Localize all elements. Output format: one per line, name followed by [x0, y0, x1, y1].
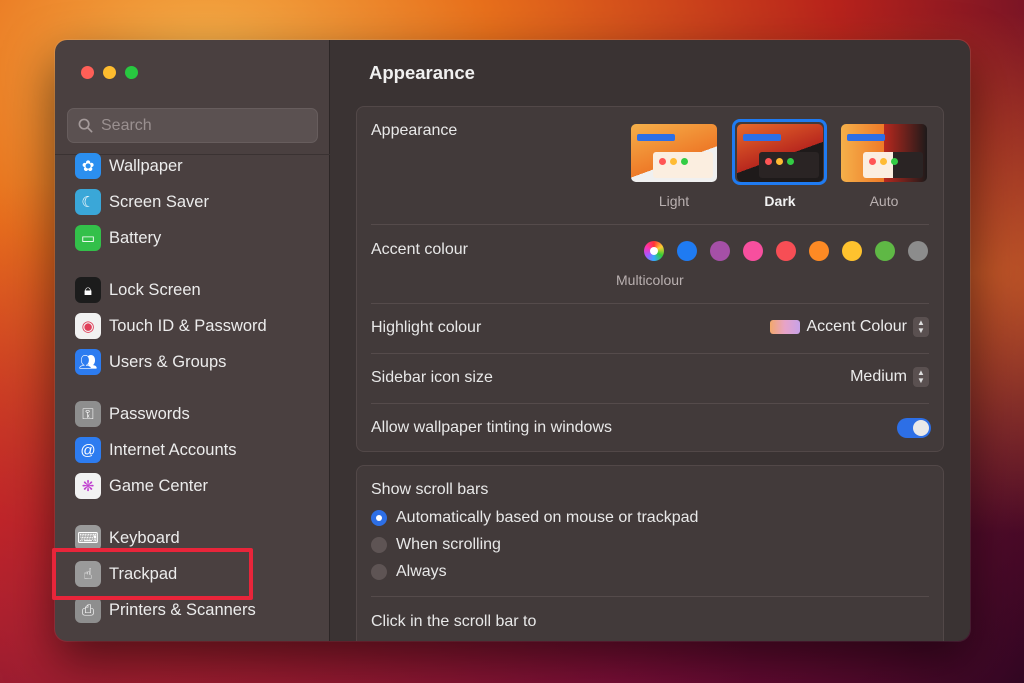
sidebar-item-label: Touch ID & Password — [109, 316, 267, 335]
close-button[interactable] — [81, 66, 94, 79]
highlight-colour-label: Highlight colour — [371, 319, 482, 336]
sidebar-item-screen-saver[interactable]: ☾ Screen Saver — [75, 187, 315, 217]
radio-label: Always — [396, 563, 447, 580]
printer-icon: ⎙ — [75, 597, 101, 623]
radio-button[interactable] — [371, 510, 387, 526]
sidebar-item-users-groups[interactable]: 👥︎ Users & Groups — [75, 347, 315, 377]
appearance-dark-label: Dark — [764, 193, 796, 209]
chevron-up-down-icon: ▲ ▼ — [913, 317, 929, 337]
highlight-swatch — [769, 320, 800, 334]
trackpad-highlight-annotation — [52, 548, 253, 600]
divider — [371, 596, 929, 597]
sidebar-item-lock-screen[interactable]: 🔒︎ Lock Screen — [75, 275, 315, 305]
appearance-label: Appearance — [371, 122, 458, 139]
sidebar-item-label: Users & Groups — [109, 352, 227, 371]
search-input[interactable] — [101, 116, 301, 135]
divider — [371, 403, 929, 404]
appearance-panel: Appearance Light Dark Auto Accent colour — [356, 106, 944, 452]
sidebar-item-passwords[interactable]: ⚿ Passwords — [75, 399, 315, 429]
highlight-colour-value: Accent Colour — [806, 318, 908, 335]
screen-saver-icon: ☾ — [75, 189, 101, 215]
sidebar-item-wallpaper[interactable]: ✿ Wallpaper — [75, 151, 315, 181]
accent-swatch-blue[interactable] — [677, 241, 697, 261]
accent-swatch-yellow[interactable] — [842, 241, 862, 261]
accent-swatch-red[interactable] — [776, 241, 796, 261]
highlight-colour-popup[interactable]: Accent Colour ▲ ▼ — [769, 317, 929, 337]
sidebar-item-label: Printers & Scanners — [109, 600, 256, 619]
accent-caption: Multicolour — [616, 272, 684, 288]
sidebar-item-label: Wallpaper — [109, 156, 183, 175]
sidebar-item-label: Internet Accounts — [109, 440, 237, 459]
sidebar-item-label: Screen Saver — [109, 192, 209, 211]
wallpaper-tinting-label: Allow wallpaper tinting in windows — [371, 419, 613, 436]
wallpaper-icon: ✿ — [75, 153, 101, 179]
appearance-dark-option[interactable] — [737, 124, 823, 182]
page-title: Appearance — [369, 62, 475, 83]
sidebar-icon-size-popup[interactable]: Medium ▲ ▼ — [850, 367, 929, 387]
accent-swatch-graphite[interactable] — [908, 241, 928, 261]
sidebar-item-label: Passwords — [109, 404, 190, 423]
zoom-button[interactable] — [125, 66, 138, 79]
sidebar-item-label: Lock Screen — [109, 280, 201, 299]
accent-swatch-pink[interactable] — [743, 241, 763, 261]
scroll-bars-panel: Show scroll bars Automatically based on … — [356, 465, 944, 641]
lock-icon: 🔒︎ — [75, 277, 101, 303]
sidebar-icon-size-label: Sidebar icon size — [371, 369, 493, 386]
wallpaper-tinting-toggle[interactable] — [897, 418, 931, 438]
sidebar-item-battery[interactable]: ▭ Battery — [75, 223, 315, 253]
appearance-auto-option[interactable] — [841, 124, 927, 182]
accent-colour-label: Accent colour — [371, 241, 468, 258]
show-scroll-bars-label: Show scroll bars — [371, 481, 489, 498]
radio-button[interactable] — [371, 564, 387, 580]
minimize-button[interactable] — [103, 66, 116, 79]
scroll-option-automatic[interactable]: Automatically based on mouse or trackpad — [371, 509, 698, 527]
accent-swatch-green[interactable] — [875, 241, 895, 261]
radio-label: Automatically based on mouse or trackpad — [396, 509, 699, 526]
sidebar-item-label: Keyboard — [109, 528, 180, 547]
accent-swatch-orange[interactable] — [809, 241, 829, 261]
appearance-light-label: Light — [658, 193, 690, 209]
users-icon: 👥︎ — [75, 349, 101, 375]
game-center-icon: ❋ — [75, 473, 101, 499]
appearance-light-option[interactable] — [631, 124, 717, 182]
sidebar-item-internet-accounts[interactable]: @ Internet Accounts — [75, 435, 315, 465]
main-content: Appearance Appearance Light Dark Auto Ac… — [330, 40, 970, 641]
scroll-option-always[interactable]: Always — [371, 563, 447, 581]
radio-label: When scrolling — [396, 536, 501, 553]
sidebar-item-game-center[interactable]: ❋ Game Center — [75, 471, 315, 501]
accent-swatch-multicolour[interactable] — [644, 241, 664, 261]
accent-swatch-purple[interactable] — [710, 241, 730, 261]
scroll-option-when-scrolling[interactable]: When scrolling — [371, 536, 501, 554]
appearance-auto-label: Auto — [869, 193, 899, 209]
divider — [371, 353, 929, 354]
window-controls — [81, 66, 138, 79]
sidebar-item-label: Battery — [109, 228, 162, 247]
search-field[interactable] — [67, 108, 318, 143]
chevron-up-down-icon: ▲ ▼ — [913, 367, 929, 387]
at-icon: @ — [75, 437, 101, 463]
search-icon — [78, 118, 93, 133]
divider — [371, 224, 929, 225]
key-icon: ⚿ — [75, 401, 101, 427]
sidebar-icon-size-value: Medium — [850, 368, 907, 385]
radio-button[interactable] — [371, 537, 387, 553]
sidebar-item-touch-id[interactable]: ◉ Touch ID & Password — [75, 311, 315, 341]
sidebar-item-label: Game Center — [109, 476, 209, 495]
divider — [371, 303, 929, 304]
click-scroll-bar-label: Click in the scroll bar to — [371, 613, 537, 630]
fingerprint-icon: ◉ — [75, 313, 101, 339]
battery-icon: ▭ — [75, 225, 101, 251]
